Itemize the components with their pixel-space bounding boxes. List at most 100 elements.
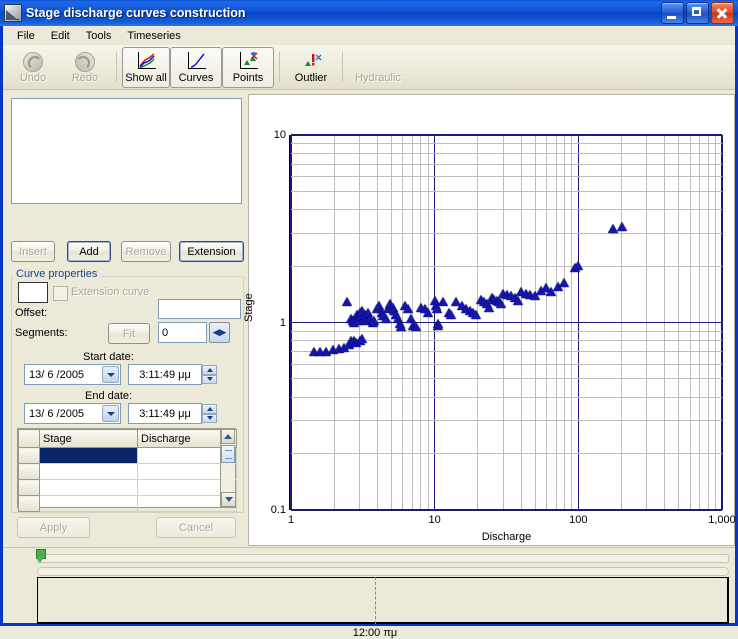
timeline-slider-top[interactable]	[37, 554, 729, 563]
menu-item-timeseries[interactable]: Timeseries	[119, 28, 188, 44]
menu-bar: File Edit Tools Timeseries	[3, 26, 735, 45]
y-gridline-minor	[291, 190, 722, 192]
column-header-stage[interactable]: Stage	[39, 429, 138, 448]
table-row[interactable]	[18, 495, 237, 512]
curve-list[interactable]	[11, 98, 242, 204]
toolbar-label-hydraulic: Hydraulic	[355, 71, 401, 84]
toolbar-label-show-all: Show all	[125, 71, 167, 84]
row-selector-header	[18, 429, 40, 448]
toolbar-label-points: Points	[232, 71, 264, 84]
extension-button[interactable]: Extension	[179, 241, 244, 262]
menu-item-tools[interactable]: Tools	[78, 28, 120, 44]
y-gridline-minor	[291, 420, 722, 422]
y-tick-label: 0.1	[270, 504, 286, 516]
title-bar[interactable]: Stage discharge curves construction	[0, 0, 738, 26]
data-point[interactable]	[356, 333, 367, 343]
start-date-combo[interactable]: 13/ 6 /2005	[24, 364, 121, 385]
close-button[interactable]	[711, 2, 734, 24]
y-gridline-minor	[291, 232, 722, 234]
chart-panel[interactable]: 1 10 100 1,000 0.1 1 10 Discharge Stage	[243, 94, 736, 546]
curve-color-swatch[interactable]	[18, 282, 48, 303]
row-selector[interactable]	[18, 463, 40, 480]
table-row[interactable]	[18, 479, 237, 496]
segments-input[interactable]: 0	[158, 322, 207, 343]
data-point[interactable]	[433, 320, 444, 330]
menu-item-file[interactable]: File	[9, 28, 43, 44]
end-time-input[interactable]: 3:11:49 μμ	[128, 403, 202, 424]
add-button[interactable]: Add	[67, 241, 111, 262]
y-gridline-minor	[291, 330, 722, 332]
timeline-chart-area[interactable]	[37, 577, 729, 624]
end-time-spinner[interactable]	[202, 404, 217, 423]
scroll-down-button[interactable]	[221, 492, 236, 507]
data-point[interactable]	[396, 321, 407, 331]
extension-curve-checkbox[interactable]	[53, 286, 68, 301]
grid-table: Stage Discharge	[18, 429, 237, 512]
cell-stage[interactable]	[39, 479, 138, 496]
table-row[interactable]	[18, 447, 237, 464]
data-point[interactable]	[496, 299, 507, 309]
cell-stage[interactable]	[39, 463, 138, 480]
toolbar-button-hydraulic[interactable]: Hydraulic	[348, 47, 408, 88]
y-gridline-major	[291, 134, 722, 136]
timeline-marker-arrow	[36, 557, 44, 563]
data-point[interactable]	[616, 221, 627, 231]
maximize-button[interactable]	[686, 2, 709, 24]
x-tick-label: 1,000	[708, 514, 736, 526]
data-point[interactable]	[471, 309, 482, 319]
start-time-input[interactable]: 3:11:49 μμ	[128, 364, 202, 385]
toolbar-button-points[interactable]: Points	[222, 46, 274, 88]
x-tick-label: 100	[569, 514, 588, 526]
y-gridline-minor	[291, 351, 722, 353]
scroll-up-button[interactable]	[221, 429, 235, 444]
remove-button[interactable]: Remove	[121, 241, 171, 262]
end-date-label: End date:	[85, 390, 133, 402]
toolbar-button-undo[interactable]: Undo	[7, 47, 59, 88]
curves-icon	[185, 51, 207, 71]
data-point[interactable]	[410, 321, 421, 331]
row-selector[interactable]	[18, 447, 40, 464]
data-point[interactable]	[573, 261, 584, 271]
row-selector[interactable]	[18, 479, 40, 496]
data-point[interactable]	[446, 309, 457, 319]
timeline-tick	[375, 577, 376, 624]
toolbar-button-curves[interactable]: Curves	[170, 46, 222, 88]
data-point[interactable]	[559, 278, 570, 288]
cell-stage[interactable]	[39, 495, 138, 512]
end-date-combo[interactable]: 13/ 6 /2005	[24, 403, 121, 424]
toolbar-button-outlier[interactable]: Outlier	[285, 47, 337, 88]
extension-curve-label: Extension curve	[71, 286, 150, 298]
scrollbar-thumb[interactable]	[221, 445, 235, 463]
timeline-slider-bottom[interactable]	[37, 567, 729, 576]
y-gridline-minor	[291, 265, 722, 267]
segments-spinner[interactable]: ◀▶	[209, 322, 230, 343]
offset-input[interactable]	[158, 299, 241, 319]
data-point[interactable]	[438, 297, 449, 307]
cell-stage[interactable]	[39, 447, 138, 464]
toolbar-label-undo: Undo	[19, 71, 47, 84]
chevron-down-icon-2[interactable]	[102, 405, 119, 422]
scatter-plot[interactable]: 1 10 100 1,000 0.1 1 10	[271, 129, 736, 526]
data-point[interactable]	[341, 297, 352, 307]
end-date-value: 13/ 6 /2005	[29, 407, 85, 420]
start-time-spinner[interactable]	[202, 365, 217, 384]
minimize-button[interactable]	[661, 2, 684, 24]
points-icon	[237, 51, 259, 71]
chevron-down-icon[interactable]	[102, 366, 119, 383]
apply-button[interactable]: Apply	[17, 517, 90, 538]
table-row[interactable]	[18, 463, 237, 480]
insert-button[interactable]: Insert	[11, 241, 55, 262]
row-selector[interactable]	[18, 495, 40, 512]
toolbar-button-redo[interactable]: Redo	[59, 47, 111, 88]
toolbar-separator-1	[116, 52, 117, 82]
y-gridline-minor	[291, 453, 722, 455]
toolbar-button-show-all[interactable]: Show all	[122, 46, 170, 88]
stage-discharge-grid[interactable]: Stage Discharge	[17, 428, 237, 512]
grid-scrollbar[interactable]	[220, 429, 236, 507]
fit-button[interactable]: Fit	[108, 323, 150, 344]
y-gridline-minor	[291, 152, 722, 154]
cancel-button[interactable]: Cancel	[156, 517, 236, 538]
menu-item-edit[interactable]: Edit	[43, 28, 78, 44]
toolbar-label-outlier: Outlier	[294, 71, 328, 84]
data-point[interactable]	[402, 304, 413, 314]
